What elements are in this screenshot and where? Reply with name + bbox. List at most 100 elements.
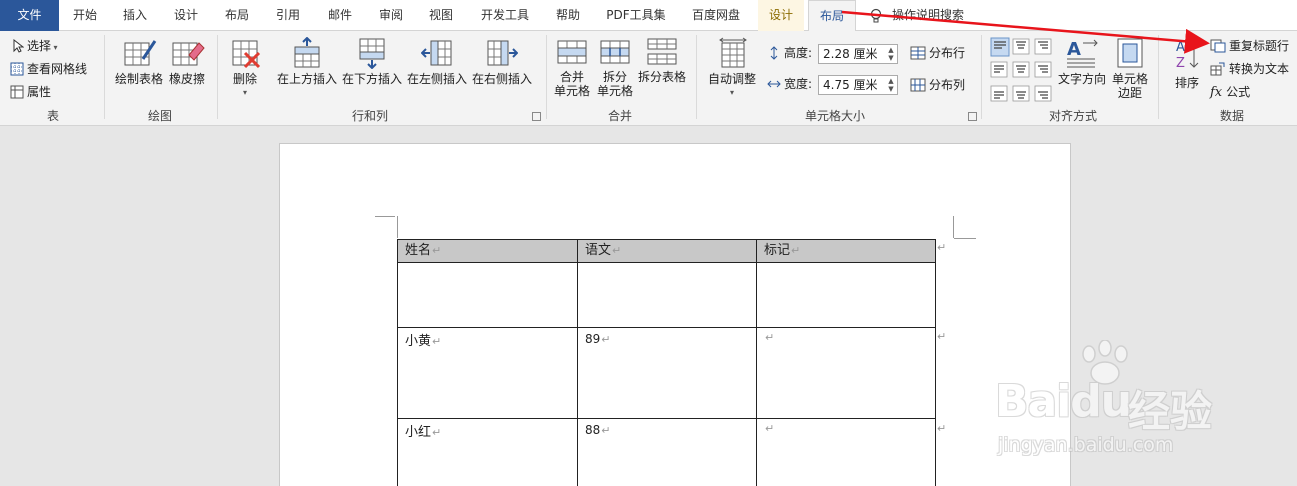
group-separator [546,35,547,119]
table-header-cell[interactable]: 标记↵ [756,239,936,263]
tab-design[interactable]: 设计 [163,0,209,31]
tab-insert[interactable]: 插入 [112,0,158,31]
delete-label: 删除 [232,72,257,86]
draw-table-button[interactable]: 绘制表格 [114,37,164,86]
row-end-mark: ↵ [937,422,947,435]
cell-size-dialog-launcher[interactable] [968,112,977,121]
insert-above-label: 在上方插入 [276,72,337,86]
cursor-arrow-icon [13,38,25,53]
tell-me-search[interactable]: 操作说明搜索 [870,0,964,31]
lightbulb-icon [870,8,882,22]
tab-home[interactable]: 开始 [60,0,110,31]
table-cell[interactable]: 小红↵ [397,418,578,486]
eraser-icon [172,42,205,66]
ribbon-tab-bar: 文件 开始 插入 设计 布局 引用 邮件 审阅 视图 开发工具 帮助 PDF工具… [0,0,1297,32]
table-cell[interactable] [397,262,578,328]
draw-table-icon [124,40,157,66]
tab-mailings[interactable]: 邮件 [317,0,363,31]
distribute-cols-button[interactable]: 分布列 [910,76,965,94]
column-width-input[interactable]: 4.75 厘米 ▲ ▼ [818,75,898,95]
row-height-input[interactable]: 2.28 厘米 ▲ ▼ [818,44,898,64]
tab-references[interactable]: 引用 [265,0,311,31]
table-header-row[interactable]: 姓名↵ 语文↵ 标记↵ [397,239,936,263]
tab-table-design[interactable]: 设计 [758,0,804,31]
alignment-buttons-icon [990,37,1052,102]
header-text: 标记 [764,243,791,258]
sort-button[interactable]: AZ 排序 [1170,37,1204,90]
width-label-wrap: 宽度: [767,75,812,93]
table-row[interactable] [397,262,936,328]
merge-cells-label-2: 单元格 [553,84,590,98]
tab-developer[interactable]: 开发工具 [470,0,540,31]
height-label: 高度: [784,46,813,60]
table-header-cell[interactable]: 语文↵ [577,239,757,263]
distribute-rows-button[interactable]: 分布行 [910,44,965,62]
view-gridlines-button[interactable]: 查看网格线 [10,60,87,78]
autofit-label: 自动调整 [707,72,756,86]
gridlines-icon [10,62,24,76]
tab-table-layout[interactable]: 布局 [808,0,856,32]
group-label-alignment: 对齐方式 [1048,109,1097,123]
text-direction-button[interactable]: A 文字方向 [1056,37,1108,86]
insert-left-button[interactable]: 在左侧插入 [406,37,468,86]
spinner-arrows-icon[interactable]: ▲ ▼ [887,77,895,93]
merge-cells-button[interactable]: 合并 单元格 [552,37,592,98]
repeat-header-rows-button[interactable]: 重复标题行 [1210,37,1289,55]
view-gridlines-label: 查看网格线 [27,62,88,76]
split-cells-label-1: 拆分 [602,70,627,84]
autofit-button[interactable]: 自动调整 ▾ [704,37,760,100]
tab-layout-page[interactable]: 布局 [214,0,260,31]
properties-button[interactable]: 属性 [10,83,51,101]
header-text: 语文 [585,243,612,258]
tab-review[interactable]: 审阅 [368,0,414,31]
insert-right-button[interactable]: 在右侧插入 [471,37,533,86]
table-cell[interactable] [577,262,757,328]
row-height-icon [770,46,778,60]
delete-button[interactable]: 删除 ▾ [225,37,265,100]
cell-margins-button[interactable]: 单元格 边距 [1110,37,1150,100]
select-button[interactable]: 选择 ▾ [12,37,58,55]
insert-above-button[interactable]: 在上方插入 [276,36,338,86]
table-header-cell[interactable]: 姓名↵ [397,239,578,263]
properties-label: 属性 [27,85,52,99]
tab-view[interactable]: 视图 [418,0,464,31]
eraser-button[interactable]: 橡皮擦 [166,37,208,86]
formula-button[interactable]: fx 公式 [1210,83,1250,101]
group-label-rows-cols: 行和列 [351,109,388,123]
tab-baidu-netdisk[interactable]: 百度网盘 [678,0,754,31]
svg-text:A: A [1176,40,1185,55]
table-row[interactable]: 小黄↵ 89↵ ↵ [397,327,936,419]
group-separator [981,35,982,119]
fx-icon: fx [1210,85,1223,100]
row-end-mark: ↵ [937,241,947,254]
cell-margins-label-2: 边距 [1117,86,1142,100]
watermark-brand: Baidu [995,376,1132,427]
spinner-arrows-icon[interactable]: ▲ ▼ [887,46,895,62]
watermark-url: jingyan.baidu.com [998,434,1174,456]
insert-above-icon [294,36,320,68]
word-table[interactable]: 姓名↵ 语文↵ 标记↵ 小黄↵ 89↵ ↵ 小红↵ 88↵ ↵ [397,239,936,486]
tab-pdf-tools[interactable]: PDF工具集 [597,0,675,31]
table-cell[interactable]: ↵ [756,418,936,486]
group-label-data: 数据 [1219,109,1244,123]
split-table-button[interactable]: 拆分表格 [637,37,687,84]
cell-margins-icon [1117,38,1143,68]
document-page[interactable]: 姓名↵ 语文↵ 标记↵ 小黄↵ 89↵ ↵ 小红↵ 88↵ ↵ ↵ ↵ ↵ [279,143,1071,486]
split-cells-button[interactable]: 拆分 单元格 [595,37,635,98]
table-cell[interactable]: 89↵ [577,327,757,419]
repeat-header-label: 重复标题行 [1229,39,1290,53]
insert-below-button[interactable]: 在下方插入 [341,37,403,86]
convert-to-text-button[interactable]: 转换为文本 [1210,60,1289,78]
tab-file[interactable]: 文件 [0,0,59,31]
table-row[interactable]: 小红↵ 88↵ ↵ [397,418,936,486]
tab-help[interactable]: 帮助 [543,0,593,31]
table-cell[interactable]: ↵ [756,327,936,419]
split-table-icon [647,38,677,65]
rows-cols-dialog-launcher[interactable] [532,112,541,121]
distribute-cols-label: 分布列 [929,78,966,92]
distribute-rows-icon [910,46,926,60]
table-cell[interactable] [756,262,936,328]
table-cell[interactable]: 88↵ [577,418,757,486]
split-table-label: 拆分表格 [637,70,686,84]
table-cell[interactable]: 小黄↵ [397,327,578,419]
